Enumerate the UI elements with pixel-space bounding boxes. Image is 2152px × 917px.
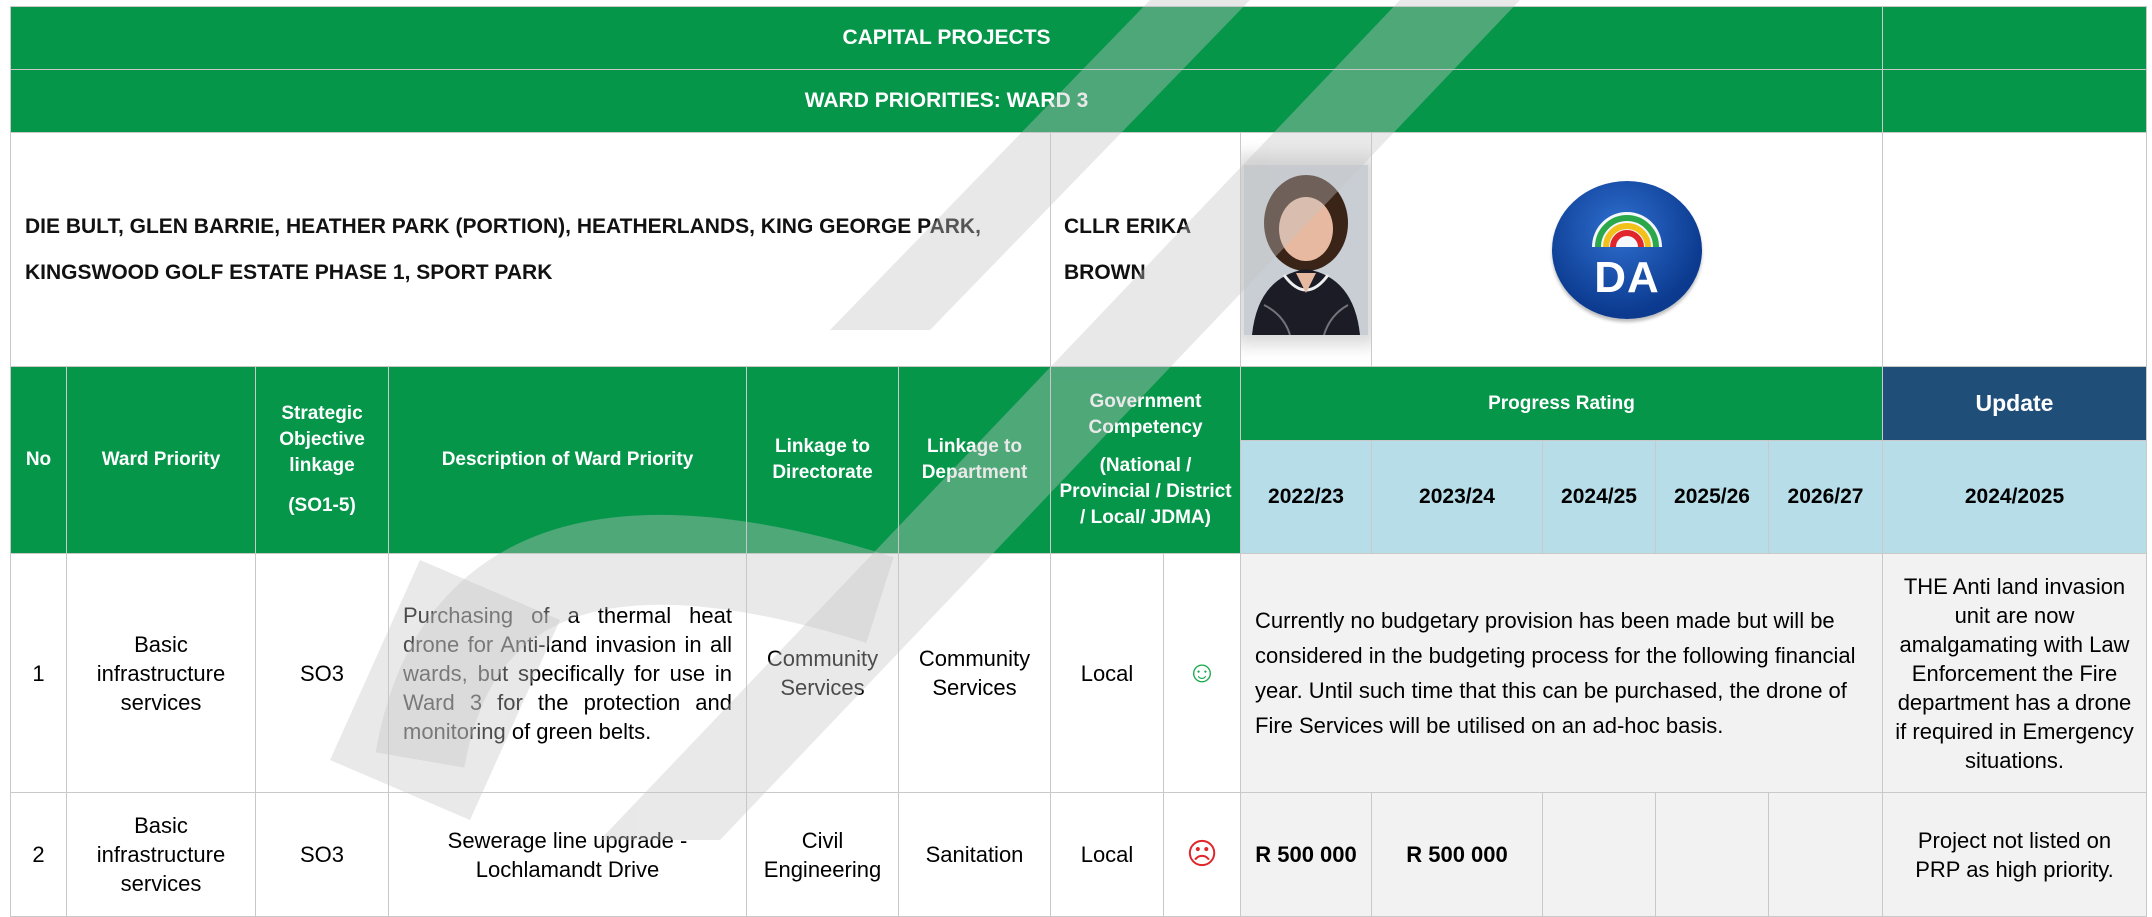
page-title: CAPITAL PROJECTS bbox=[10, 6, 1883, 70]
row-progress-note: Currently no budgetary provision has bee… bbox=[1240, 553, 1883, 793]
row-strategic: SO3 bbox=[255, 553, 389, 793]
councillor-name: CLLR ERIKA BROWN bbox=[1050, 132, 1241, 367]
table-row: 2 Basic infrastructure services SO3 Sewe… bbox=[10, 792, 2147, 917]
row-description: Purchasing of a thermal heat drone for A… bbox=[388, 553, 747, 793]
year-2026-27: 2026/27 bbox=[1768, 440, 1883, 554]
col-competency-sub: (National / Provincial / District / Loca… bbox=[1059, 455, 1232, 528]
councillor-photo-cell bbox=[1240, 132, 1372, 367]
col-directorate: Linkage to Directorate bbox=[746, 366, 899, 554]
ward-title: WARD PRIORITIES: WARD 3 bbox=[10, 69, 1883, 133]
councillor-photo bbox=[1244, 164, 1368, 335]
col-description: Description of Ward Priority bbox=[388, 366, 747, 554]
col-no: No bbox=[10, 366, 67, 554]
row-no: 2 bbox=[10, 792, 67, 917]
col-update: Update bbox=[1882, 366, 2147, 441]
budget-2026-27 bbox=[1768, 792, 1883, 917]
title-spacer bbox=[1882, 6, 2147, 70]
ward-areas-line-1: DIE BULT, GLEN BARRIE, HEATHER PARK (POR… bbox=[25, 214, 981, 238]
frowning-face-icon: ☹ bbox=[1163, 792, 1241, 917]
row-department: Community Services bbox=[898, 553, 1051, 793]
da-party-logo: DA bbox=[1552, 180, 1702, 319]
budget-2022-23: R 500 000 bbox=[1240, 792, 1372, 917]
ward-priorities-table: CAPITAL PROJECTS WARD PRIORITIES: WARD 3… bbox=[10, 6, 2147, 917]
row-department: Sanitation bbox=[898, 792, 1051, 917]
year-2024-25: 2024/25 bbox=[1542, 440, 1656, 554]
row-ward-priority: Basic infrastructure services bbox=[66, 792, 256, 917]
row-no: 1 bbox=[10, 553, 67, 793]
da-logo-text: DA bbox=[1594, 252, 1660, 302]
party-logo-cell: DA bbox=[1371, 132, 1883, 367]
ward-areas: DIE BULT, GLEN BARRIE, HEATHER PARK (POR… bbox=[10, 132, 1051, 367]
row-competency: Local bbox=[1050, 792, 1164, 917]
table-row: 1 Basic infrastructure services SO3 Purc… bbox=[10, 553, 2147, 793]
budget-2024-25 bbox=[1542, 792, 1656, 917]
row-directorate: Community Services bbox=[746, 553, 899, 793]
row-directorate: Civil Engineering bbox=[746, 792, 899, 917]
row-description: Sewerage line upgrade - Lochlamandt Driv… bbox=[388, 792, 747, 917]
row-update: Project not listed on PRP as high priori… bbox=[1882, 792, 2147, 917]
ward-areas-line-2: KINGSWOOD GOLF ESTATE PHASE 1, SPORT PAR… bbox=[25, 260, 553, 284]
row-strategic: SO3 bbox=[255, 792, 389, 917]
col-progress-rating: Progress Rating bbox=[1240, 366, 1883, 441]
col-ward-priority: Ward Priority bbox=[66, 366, 256, 554]
col-competency: Government Competency (National / Provin… bbox=[1050, 366, 1241, 554]
col-department: Linkage to Department bbox=[898, 366, 1051, 554]
row-ward-priority: Basic infrastructure services bbox=[66, 553, 256, 793]
col-strategic: Strategic Objective linkage (SO1-5) bbox=[255, 366, 389, 554]
row-competency: Local bbox=[1050, 553, 1164, 793]
col-strategic-sub: (SO1-5) bbox=[288, 495, 356, 516]
year-2023-24: 2023/24 bbox=[1371, 440, 1543, 554]
budget-2025-26 bbox=[1655, 792, 1769, 917]
ward-title-spacer bbox=[1882, 69, 2147, 133]
year-2022-23: 2022/23 bbox=[1240, 440, 1372, 554]
year-2025-26: 2025/26 bbox=[1655, 440, 1769, 554]
row-update: THE Anti land invasion unit are now amal… bbox=[1882, 553, 2147, 793]
update-blank-cell bbox=[1882, 132, 2147, 367]
col-strategic-label: Strategic Objective linkage bbox=[279, 403, 365, 476]
budget-2023-24: R 500 000 bbox=[1371, 792, 1543, 917]
smiley-face-icon: ☺ bbox=[1163, 553, 1241, 793]
col-competency-label: Government Competency bbox=[1088, 391, 1203, 438]
update-year: 2024/2025 bbox=[1882, 440, 2147, 554]
